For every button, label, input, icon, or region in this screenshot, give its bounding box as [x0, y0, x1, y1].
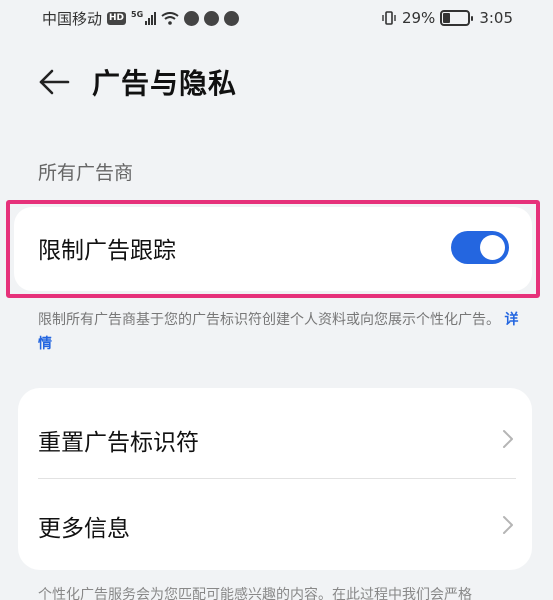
- signal-icon: [145, 11, 157, 25]
- footer-description: 个性化广告服务会为您匹配可能感兴趣的内容。在此过程中我们会严格: [38, 587, 472, 600]
- more-info-item[interactable]: 更多信息: [18, 479, 532, 567]
- page-title: 广告与隐私: [92, 67, 238, 100]
- reset-ad-id-item[interactable]: 重置广告标识符: [18, 393, 532, 481]
- chevron-right-icon: [503, 430, 513, 448]
- section-label: 所有广告商: [38, 162, 134, 184]
- chevron-right-icon: [503, 516, 513, 534]
- carrier-name: 中国移动: [42, 9, 103, 28]
- menu-item-label: 更多信息: [38, 516, 130, 542]
- status-right: 29% 3:05: [381, 9, 513, 27]
- app-notification-icon: [204, 10, 220, 26]
- back-button[interactable]: [36, 64, 72, 100]
- highlight-frame: [6, 200, 540, 298]
- status-bar: 中国移动 HD 5G 29% 3:05: [0, 0, 553, 36]
- battery-level: [443, 13, 451, 23]
- description-text: 限制所有广告商基于您的广告标识符创建个人资料或向您展示个性化广告。: [38, 312, 500, 328]
- battery-icon: [440, 10, 474, 26]
- tiktok-icon: [224, 10, 240, 26]
- status-left: 中国移动 HD 5G: [42, 8, 240, 29]
- menu-card: 重置广告标识符 更多信息: [18, 388, 532, 570]
- menu-item-label: 重置广告标识符: [38, 430, 199, 456]
- message-icon: [184, 10, 200, 26]
- vibrate-icon: [382, 11, 396, 25]
- back-arrow-icon: [39, 69, 70, 95]
- header: 广告与隐私: [0, 50, 553, 114]
- screen: 中国移动 HD 5G 29% 3:05 广告与隐私 所有广告商 限制广告跟踪 限…: [0, 0, 553, 600]
- hd-badge: HD: [107, 11, 127, 25]
- limit-tracking-description: 限制所有广告商基于您的广告标识符创建个人资料或向您展示个性化广告。 详情: [38, 308, 522, 356]
- network-type: 5G: [131, 9, 144, 19]
- wifi-icon: [161, 11, 179, 25]
- clock: 3:05: [479, 9, 513, 27]
- battery-percent: 29%: [401, 9, 436, 27]
